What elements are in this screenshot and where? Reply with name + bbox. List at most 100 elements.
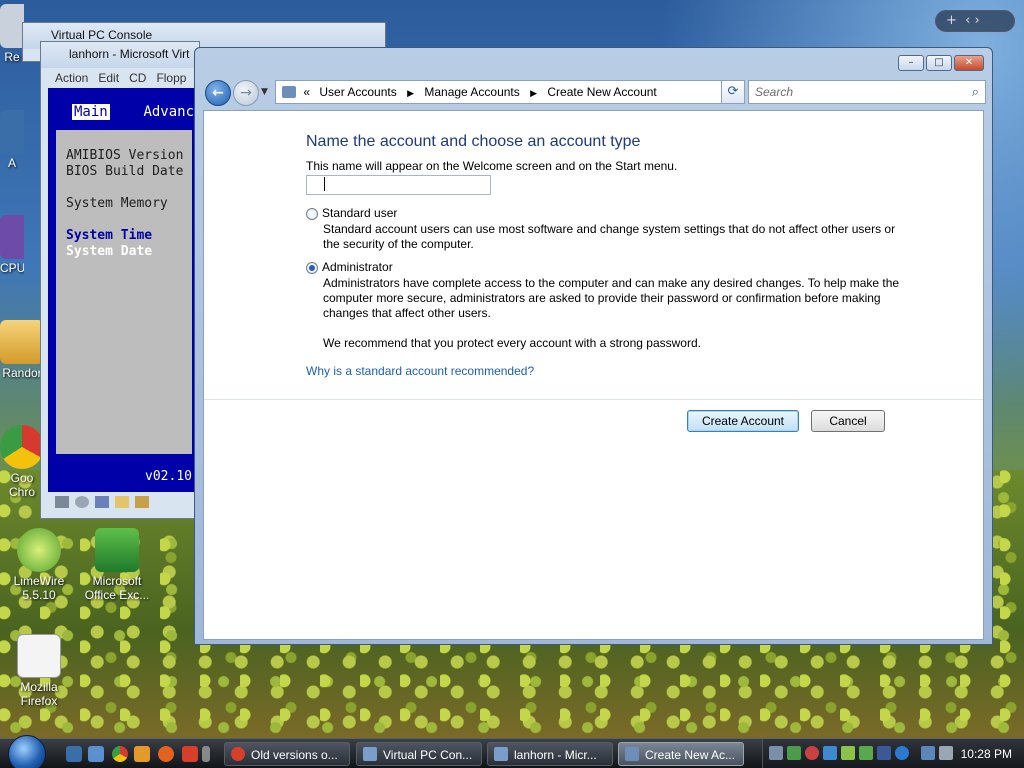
text-cursor-icon <box>324 177 332 191</box>
desktop-icon-a[interactable]: A <box>0 110 24 170</box>
tray-app-icon[interactable] <box>787 746 801 760</box>
tray-app-icon[interactable] <box>769 746 783 760</box>
desktop-icon-label: A <box>7 156 16 170</box>
show-desktop-icon[interactable] <box>66 746 82 762</box>
tray-app-icon[interactable] <box>823 746 837 760</box>
vm-menu-bar: Action Edit CD Flopp <box>41 68 199 88</box>
switch-windows-icon[interactable] <box>88 746 104 762</box>
system-tray: 10:28 PM <box>762 739 1024 768</box>
desktop-icon-limewire[interactable]: LimeWire 5.5.10 <box>4 528 74 602</box>
opera-icon <box>231 747 245 761</box>
desktop-icon-excel[interactable]: Microsoft Office Exc... <box>82 528 152 602</box>
taskbar-button-virtual-pc-console[interactable]: Virtual PC Con... <box>356 742 482 766</box>
bios-line <box>66 180 192 196</box>
desktop-icon-label: CPU <box>0 261 24 275</box>
close-button[interactable]: ✕ <box>954 55 984 71</box>
sidebar-control[interactable]: + ‹ › <box>935 10 1015 32</box>
virtual-pc-icon <box>494 747 508 761</box>
bios-line: System Memory <box>66 196 168 211</box>
menu-item-action[interactable]: Action <box>55 71 88 85</box>
taskbar-button-create-account[interactable]: Create New Ac... <box>618 742 744 766</box>
forward-button[interactable]: → <box>233 80 259 106</box>
cpu-icon <box>0 215 24 259</box>
breadcrumb-prefix[interactable]: « <box>303 85 310 99</box>
name-instructions: This name will appear on the Welcome scr… <box>306 159 678 173</box>
breadcrumb-separator-icon[interactable]: ▶ <box>530 88 537 98</box>
volume-muted-icon[interactable] <box>939 746 953 760</box>
minimize-button[interactable]: – <box>898 55 924 71</box>
tray-app-icon[interactable] <box>859 746 873 760</box>
bios-tabs: Main Advance <box>48 88 194 126</box>
chrome-icon <box>0 425 44 469</box>
cancel-button[interactable]: Cancel <box>811 410 885 432</box>
address-bar[interactable]: « User Accounts ▶ Manage Accounts ▶ Crea… <box>275 80 743 104</box>
limewire-icon <box>17 528 61 572</box>
vm-status-icons <box>55 496 195 514</box>
chrome-icon[interactable] <box>112 746 128 762</box>
bios-line: BIOS Build Date <box>66 164 184 179</box>
breadcrumb-user-accounts[interactable]: User Accounts <box>319 85 396 99</box>
cd-icon <box>75 496 89 508</box>
quick-launch-more-icon[interactable] <box>202 746 210 762</box>
firefox-icon[interactable] <box>158 746 174 762</box>
refresh-button[interactable]: ⟳ <box>721 80 745 104</box>
bios-line <box>66 212 192 228</box>
bios-tab-main: Main <box>72 104 110 120</box>
network-icon <box>135 496 149 508</box>
desktop-icon-label: Microsoft Office Exc... <box>84 574 150 602</box>
taskbar-button-lanhorn[interactable]: lanhorn - Micr... <box>487 742 613 766</box>
clock[interactable]: 10:28 PM <box>961 747 1012 761</box>
maximize-button[interactable]: □ <box>926 55 952 71</box>
excel-icon <box>95 528 139 572</box>
search-placeholder: Search <box>755 85 794 99</box>
standard-user-radio[interactable] <box>306 208 318 220</box>
menu-item-cd[interactable]: CD <box>129 71 146 85</box>
bios-screen: Main Advance AMIBIOS Version BIOS Build … <box>48 88 194 492</box>
document-icon <box>17 634 61 678</box>
bios-line: System Date <box>66 244 153 259</box>
administrator-label[interactable]: Administrator <box>322 260 393 274</box>
tray-app-icon[interactable] <box>895 746 909 760</box>
account-name-input[interactable] <box>306 175 491 195</box>
start-button[interactable] <box>8 735 46 768</box>
desktop-icon-cpu[interactable]: CPU <box>0 215 24 275</box>
create-account-window[interactable]: – □ ✕ ← → ▼ « User Accounts ▶ Manage Acc… <box>194 47 993 645</box>
menu-item-floppy[interactable]: Flopp <box>156 71 186 85</box>
desktop-icon-random[interactable]: Randor <box>0 320 44 380</box>
bios-line: System Time <box>66 228 153 243</box>
virtual-pc-icon <box>363 747 377 761</box>
desktop-icon-firefox[interactable]: Mozilla Firefox <box>4 634 74 708</box>
breadcrumb-create-new-account[interactable]: Create New Account <box>547 85 656 99</box>
tray-app-icon[interactable] <box>805 746 819 760</box>
menu-item-edit[interactable]: Edit <box>98 71 119 85</box>
email-icon[interactable] <box>134 746 150 762</box>
folder-icon <box>0 320 44 364</box>
desktop-icon-recycle[interactable]: Re <box>0 4 24 64</box>
tray-app-icon[interactable] <box>841 746 855 760</box>
breadcrumb-manage-accounts[interactable]: Manage Accounts <box>424 85 519 99</box>
control-panel-icon <box>282 86 296 98</box>
network-icon[interactable] <box>921 746 935 760</box>
hdd-icon <box>55 496 69 508</box>
standard-user-description: Standard account users can use most soft… <box>323 222 896 251</box>
password-recommendation: We recommend that you protect every acco… <box>323 336 701 350</box>
recent-pages-dropdown[interactable]: ▼ <box>261 87 268 97</box>
bios-tab-advanced: Advance <box>143 104 194 120</box>
taskbar-button-opera[interactable]: Old versions o... <box>224 742 350 766</box>
back-button[interactable]: ← <box>205 80 231 106</box>
search-icon[interactable]: ⌕ <box>972 84 979 100</box>
administrator-radio[interactable] <box>306 262 318 274</box>
search-input[interactable]: Search ⌕ <box>748 80 986 104</box>
bios-version: v02.10 <box>145 469 192 484</box>
standard-user-label[interactable]: Standard user <box>322 206 397 220</box>
breadcrumb-separator-icon[interactable]: ▶ <box>407 88 414 98</box>
opera-icon[interactable] <box>182 746 198 762</box>
standard-account-help-link[interactable]: Why is a standard account recommended? <box>306 364 534 378</box>
desktop-icon-chrome[interactable]: Goo Chro <box>0 425 44 499</box>
recycle-bin-icon <box>0 4 24 48</box>
tray-app-icon[interactable] <box>877 746 891 760</box>
administrator-description: Administrators have complete access to t… <box>323 276 900 320</box>
create-account-button[interactable]: Create Account <box>687 410 799 432</box>
folder-icon <box>115 496 129 508</box>
desktop-icon-label: Re <box>4 50 20 64</box>
